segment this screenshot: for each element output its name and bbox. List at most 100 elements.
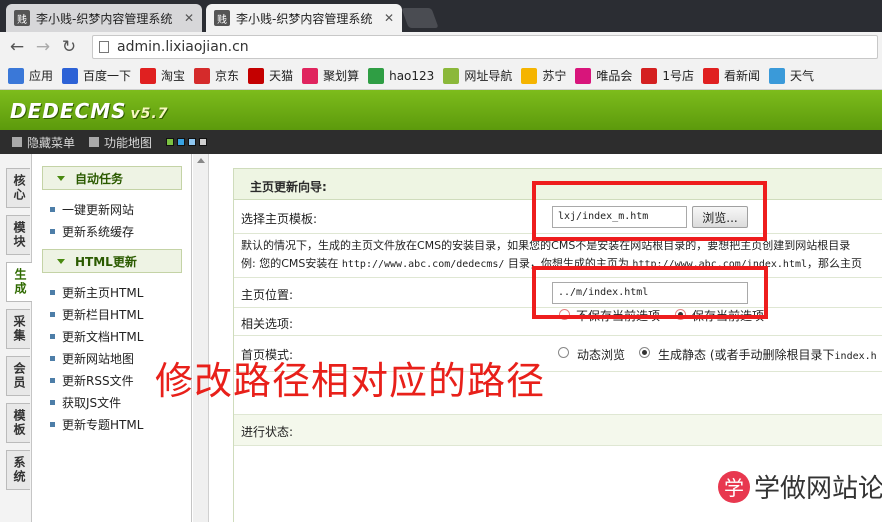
status-label: 进行状态:	[241, 425, 294, 439]
bookmark-label: 网址导航	[464, 69, 513, 83]
static-mode-label: 生成静态 (或者手动删除根目录下index.h	[658, 348, 877, 362]
address-bar[interactable]: admin.lixiaojian.cn	[92, 35, 878, 59]
collapse-triangle-icon	[57, 258, 65, 264]
bookmark-label: 百度一下	[83, 69, 132, 83]
news-icon	[703, 67, 719, 84]
side-tab[interactable]: 系统	[6, 450, 30, 490]
bookmark-label: 唯品会	[596, 69, 633, 83]
jd-icon	[194, 67, 211, 84]
bullet-icon	[50, 311, 55, 317]
menu-group-title[interactable]: 自动任务	[42, 166, 182, 190]
skin-swatch[interactable]	[199, 138, 208, 146]
menu-scrollbar[interactable]	[193, 154, 209, 522]
bookmark-label: 应用	[29, 69, 54, 83]
bookmark-item[interactable]: 1号店	[641, 67, 694, 84]
browser-tab-2[interactable]: 贱 李小贱-织梦内容管理系统 ✕	[206, 4, 402, 32]
cms-header: DEDECMS v5.7	[0, 90, 882, 130]
bookmark-item[interactable]: 天气	[769, 67, 814, 84]
template-label: 选择主页模板:	[241, 212, 318, 226]
back-arrow-icon[interactable]: ←	[4, 37, 30, 57]
bullet-icon	[50, 206, 55, 212]
menu-item[interactable]: 更新RSS文件	[50, 372, 134, 388]
bookmarks-bar: 应用 百度一下 淘宝 京东 天猫 聚划算 hao123 网址导航 苏宁 唯品会 1号店 看新闻 天气	[0, 62, 882, 90]
bullet-icon	[50, 333, 55, 339]
bookmark-label: 京东	[215, 69, 240, 83]
watermark-badge: 学	[718, 470, 750, 503]
side-tab[interactable]: 核心	[6, 168, 30, 208]
menu-item[interactable]: 获取JS文件	[50, 394, 121, 410]
skin-swatch[interactable]	[177, 138, 186, 146]
bookmark-item[interactable]: 应用	[8, 67, 53, 84]
menu-item[interactable]: 更新文档HTML	[50, 328, 143, 344]
bullet-icon	[50, 399, 55, 405]
annotation-text: 修改路径相对应的路径	[155, 359, 546, 403]
bookmark-item[interactable]: 网址导航	[443, 67, 512, 84]
bookmark-label: 淘宝	[161, 69, 186, 83]
menu-item[interactable]: 更新栏目HTML	[50, 306, 143, 322]
side-tab[interactable]: 会员	[6, 356, 30, 396]
side-tab[interactable]: 模板	[6, 403, 30, 443]
skin-swatch[interactable]	[188, 138, 197, 146]
new-tab-button[interactable]	[401, 8, 439, 28]
side-tab[interactable]: 生成	[6, 262, 32, 302]
side-tab[interactable]: 模块	[6, 215, 30, 255]
bookmark-item[interactable]: 天猫	[248, 67, 293, 84]
tmall-icon	[248, 67, 265, 84]
tab-title: 李小贱-织梦内容管理系统	[236, 11, 373, 26]
menu-item[interactable]: 更新系统缓存	[50, 223, 134, 239]
cms-toolbar: 隐藏菜单 功能地图	[0, 130, 882, 154]
menu-item[interactable]: 更新网站地图	[50, 350, 134, 366]
map-icon	[89, 137, 100, 147]
bookmark-item[interactable]: 苏宁	[521, 67, 566, 84]
juhuasuan-icon	[302, 67, 319, 84]
forward-arrow-icon[interactable]: →	[30, 37, 56, 57]
position-label: 主页位置:	[241, 288, 294, 302]
menu-group-title[interactable]: HTML更新	[42, 249, 182, 273]
bookmark-label: 聚划算	[323, 69, 360, 83]
collapse-triangle-icon	[57, 175, 65, 181]
status-row: 进行状态:	[234, 414, 882, 446]
bookmark-item[interactable]: hao123	[368, 67, 435, 84]
annotation-highlight-box	[532, 266, 768, 319]
bullet-icon	[50, 377, 55, 383]
yhd-icon	[641, 67, 658, 84]
menu-icon	[12, 137, 22, 147]
bookmark-item[interactable]: 京东	[194, 67, 239, 84]
browser-tab-1[interactable]: 贱 李小贱-织梦内容管理系统 ✕	[6, 4, 202, 32]
bookmark-item[interactable]: 百度一下	[62, 67, 131, 84]
url-text: admin.lixiaojian.cn	[117, 39, 249, 55]
bullet-icon	[50, 355, 55, 361]
bookmark-item[interactable]: 看新闻	[703, 67, 760, 84]
scroll-up-icon[interactable]	[197, 158, 205, 163]
baidu-icon	[62, 67, 79, 84]
menu-item[interactable]: 更新主页HTML	[50, 284, 143, 300]
related-options-label: 相关选项:	[241, 317, 294, 331]
bookmark-item[interactable]: 唯品会	[575, 67, 632, 84]
watermark-text: 学做网站论坛	[754, 474, 882, 504]
bookmark-item[interactable]: 淘宝	[140, 67, 185, 84]
reload-icon[interactable]: ↻	[56, 37, 82, 57]
skin-swatch[interactable]	[166, 138, 175, 146]
side-category-tabs: 核心模块生成采集会员模板系统	[0, 154, 32, 522]
browser-toolbar: ← → ↻ admin.lixiaojian.cn	[0, 32, 882, 62]
close-tab-icon[interactable]: ✕	[184, 11, 194, 25]
function-map-link[interactable]: 功能地图	[89, 134, 152, 151]
page-icon	[99, 41, 109, 53]
bullet-icon	[50, 289, 55, 295]
dynamic-mode-label: 动态浏览	[577, 348, 626, 362]
hide-menu-link[interactable]: 隐藏菜单	[12, 134, 75, 151]
dynamic-mode-radio[interactable]	[558, 347, 569, 358]
bookmark-label: 看新闻	[724, 69, 761, 83]
menu-item[interactable]: 一键更新网站	[50, 201, 134, 217]
vip-icon	[575, 67, 592, 84]
side-tab[interactable]: 采集	[6, 309, 30, 349]
bookmark-label: 1号店	[662, 69, 694, 83]
bookmark-item[interactable]: 聚划算	[302, 67, 359, 84]
static-mode-radio[interactable]	[639, 347, 650, 358]
annotation-highlight-box	[532, 181, 767, 241]
bookmark-label: hao123	[389, 68, 435, 83]
menu-item[interactable]: 更新专题HTML	[50, 416, 143, 432]
bookmark-label: 天气	[790, 69, 815, 83]
watermark: 学 学做网站论坛	[718, 468, 882, 505]
close-tab-icon[interactable]: ✕	[384, 11, 394, 25]
